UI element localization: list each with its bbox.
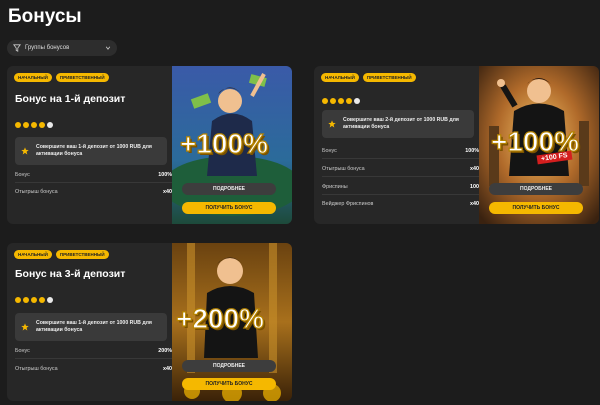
promo-image: +200% Подробнее Получить бонус [172, 243, 292, 401]
row-label: Бонус [15, 172, 30, 178]
row-label: Фриспины [322, 184, 348, 190]
star-icon [39, 297, 45, 303]
star-icon [31, 297, 37, 303]
deposit-info-text: Совершите ваш 1-й депозит от 1000 RUB дл… [36, 319, 152, 334]
star-icon [21, 323, 29, 331]
bonus-card-1: Начальный Приветственный Бонус на 1-й де… [7, 66, 292, 224]
star-icon [39, 122, 45, 128]
star-icon [15, 297, 21, 303]
row-value: x40 [470, 166, 479, 172]
row-label: Бонус [322, 148, 337, 154]
filter-icon [13, 44, 21, 52]
star-icon [322, 98, 328, 104]
promo-image: +100% +100 FS Подробнее Получить бонус [479, 66, 599, 224]
star-icon [338, 98, 344, 104]
get-bonus-button[interactable]: Получить бонус [182, 378, 276, 390]
wager-row: Отыгрыш бонуса x40 [15, 366, 172, 376]
row-label: Отыгрыш бонуса [322, 166, 365, 172]
more-button[interactable]: Подробнее [182, 360, 276, 372]
row-label: Бонус [15, 348, 30, 354]
promo-percent: +200% [175, 302, 264, 334]
card-title: Бонус на 3-й депозит [15, 268, 126, 280]
page-title: Бонусы [8, 6, 82, 27]
star-icon [31, 122, 37, 128]
star-icon [21, 147, 29, 155]
star-icon [15, 122, 21, 128]
row-value: x40 [470, 201, 479, 207]
row-label: Вейджер Фриспинов [322, 201, 374, 207]
deposit-info: Совершите ваш 1-й депозит от 1000 RUB дл… [15, 313, 167, 341]
more-button[interactable]: Подробнее [182, 183, 276, 195]
freespins-wager-row: Вейджер Фриспинов x40 [322, 201, 479, 211]
badge-welcome: Приветственный [362, 73, 416, 82]
badge-initial: Начальный [14, 250, 52, 259]
deposit-info-text: Совершите ваш 1-й депозит от 1000 RUB дл… [36, 143, 152, 158]
bonus-row: Бонус 100% [15, 172, 172, 183]
row-value: 200% [158, 348, 172, 354]
star-icon [47, 297, 53, 303]
promo-image: +100% Подробнее Получить бонус [172, 66, 292, 224]
row-value: x40 [163, 366, 172, 372]
promo-percent: +100% [179, 127, 268, 159]
get-bonus-button[interactable]: Получить бонус [182, 202, 276, 214]
row-label: Отыгрыш бонуса [15, 189, 58, 195]
star-icon [23, 297, 29, 303]
bonus-row: Бонус 200% [15, 348, 172, 359]
more-button[interactable]: Подробнее [489, 183, 583, 195]
star-icon [47, 122, 53, 128]
bonus-group-filter[interactable]: Группы бонусов [7, 40, 117, 56]
rating-stars [322, 98, 360, 104]
wager-row: Отыгрыш бонуса x40 [322, 166, 479, 177]
row-value: 100% [158, 172, 172, 178]
badge-initial: Начальный [14, 73, 52, 82]
bonus-card-3: Начальный Приветственный Бонус на 3-й де… [7, 243, 292, 401]
row-value: 100 [470, 184, 479, 190]
deposit-info: Совершите ваш 1-й депозит от 1000 RUB дл… [15, 137, 167, 165]
deposit-info: Совершите ваш 2-й депозит от 1000 RUB дл… [322, 110, 474, 138]
badge-initial: Начальный [321, 73, 359, 82]
rating-stars [15, 122, 53, 128]
star-icon [346, 98, 352, 104]
star-icon [330, 98, 336, 104]
filter-label: Группы бонусов [25, 45, 70, 51]
card-title: Бонус на 1-й депозит [15, 93, 126, 105]
wager-row: Отыгрыш бонуса x40 [15, 189, 172, 199]
rating-stars [15, 297, 53, 303]
bonus-card-2: Начальный Приветственный Совершите ваш 2… [314, 66, 599, 224]
row-value: x40 [163, 189, 172, 195]
badge-welcome: Приветственный [55, 250, 109, 259]
freespins-row: Фриспины 100 [322, 184, 479, 195]
bonus-row: Бонус 100% [322, 148, 479, 159]
chevron-down-icon [105, 46, 111, 50]
star-icon [328, 120, 336, 128]
star-icon [23, 122, 29, 128]
deposit-info-text: Совершите ваш 2-й депозит от 1000 RUB дл… [343, 116, 459, 131]
row-label: Отыгрыш бонуса [15, 366, 58, 372]
star-icon [354, 98, 360, 104]
row-value: 100% [465, 148, 479, 154]
badge-welcome: Приветственный [55, 73, 109, 82]
get-bonus-button[interactable]: Получить бонус [489, 202, 583, 214]
